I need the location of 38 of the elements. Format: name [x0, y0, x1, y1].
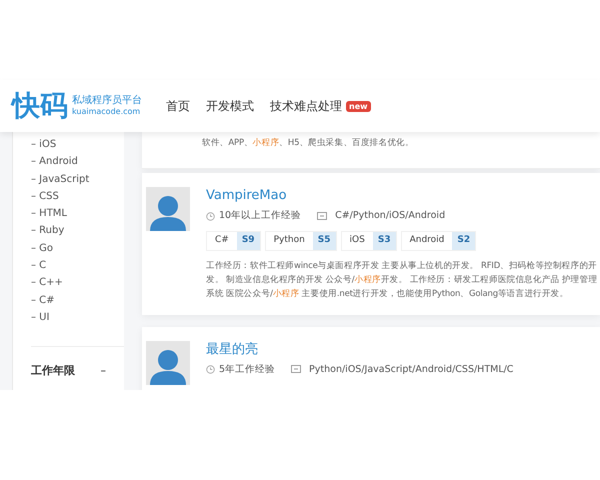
collapse-toggle[interactable]: –	[100, 363, 106, 380]
filter-option[interactable]: – UI	[31, 308, 124, 326]
nav-link[interactable]: 技术难点处理	[270, 97, 342, 115]
person-icon	[149, 195, 187, 231]
person-icon	[149, 348, 187, 385]
developer-name[interactable]: VampireMao	[206, 187, 600, 205]
experience-text: 5年工作经验	[219, 362, 276, 377]
filter-option[interactable]: – C++	[31, 274, 124, 292]
tech-stack-text: C#/Python/iOS/Android	[335, 209, 446, 223]
monitor-icon	[317, 212, 328, 221]
description-text: 工作经历：软件工程师wince与桌面程序开发 主要从事上位机的开发。 RFID、扫码枪等控制程序的开发。 制造业信息化程序的开发 公众号/小程序开发。 工作经历：研发工程师医院信息化产品 护理管理系统 医院公众号/小程序 主要使用.net进行开发，也能使用Python、Golang等语言进行开发。	[206, 260, 598, 301]
clock-icon	[206, 365, 215, 374]
filter-option[interactable]: – JavaScript	[31, 170, 124, 188]
filter-option[interactable]: – Go	[31, 240, 124, 258]
filter-option[interactable]: – C#	[31, 292, 124, 309]
filter-option[interactable]: – Ruby	[31, 222, 124, 240]
filter-heading: 工作年限	[31, 363, 75, 380]
logo-domain: kuaimacode.com	[72, 107, 142, 117]
filter-option[interactable]: – Android	[31, 153, 124, 171]
skill-tag: Python S5	[264, 231, 337, 251]
skill-tag: Android S2	[400, 231, 476, 251]
monitor-icon	[291, 365, 302, 374]
filter-option[interactable]: – C	[31, 257, 124, 274]
nav-link[interactable]: 开发模式	[206, 97, 254, 115]
new-badge: new	[346, 100, 371, 112]
filter-option[interactable]: – CSS	[31, 188, 124, 206]
tech-stack-text: Python/iOS/JavaScript/Android/CSS/HTML/C	[309, 362, 514, 377]
developer-name[interactable]: 最星的亮	[206, 340, 600, 359]
logo-tagline: 私域程序员平台	[72, 95, 142, 108]
skill-tag: C# S9	[206, 231, 261, 251]
description-text: 软件、APP、小程序、H5、爬虫采集、百度排名优化。	[202, 136, 415, 150]
skill-tag: iOS S3	[340, 231, 397, 251]
filter-option[interactable]: – HTML	[31, 205, 124, 222]
logo-mark[interactable]: 快码	[12, 92, 68, 120]
clock-icon	[206, 212, 215, 221]
nav-link[interactable]: 首页	[166, 97, 190, 115]
filter-option[interactable]: – iOS	[31, 136, 124, 154]
experience-text: 10年以上工作经验	[219, 209, 302, 223]
